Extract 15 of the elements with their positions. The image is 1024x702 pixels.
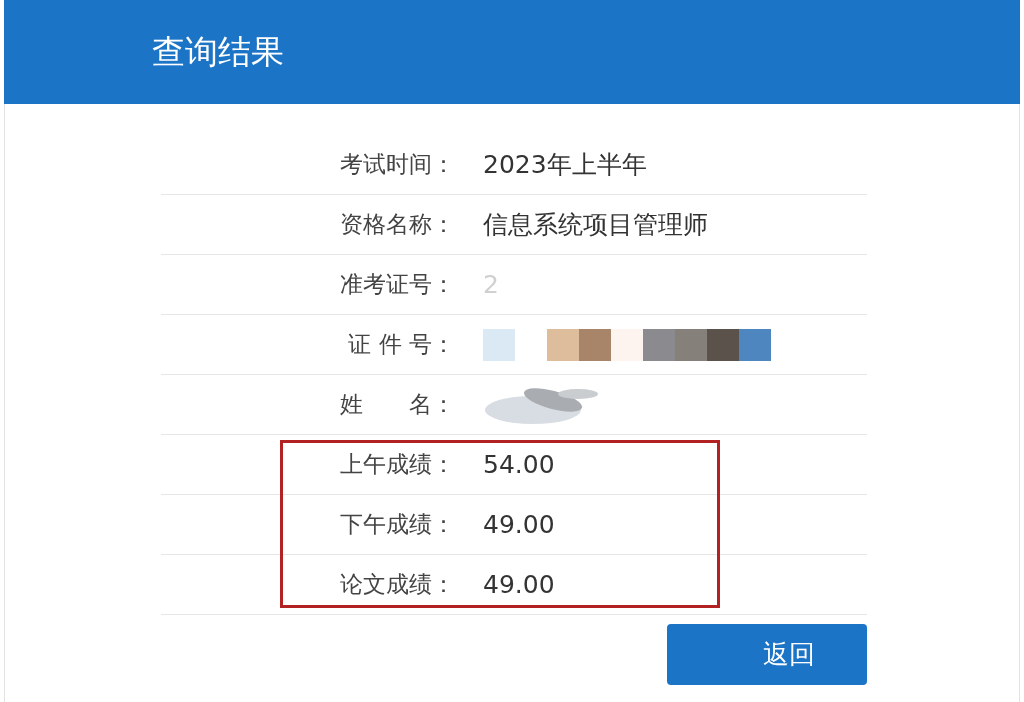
field-value: 49.00 [483,508,555,541]
back-button[interactable]: 返回 [667,624,867,685]
field-label: 姓 名： [339,390,456,420]
field-value: 54.00 [483,448,555,481]
field-label: 考试时间： [339,150,456,180]
field-value: 2023年上半年 [483,148,647,181]
field-label: 资格名称： [339,210,456,240]
page-title: 查询结果 [152,31,284,74]
field-label: 下午成绩： [339,510,456,540]
field-value: 信息系统项目管理师 [483,208,708,241]
field-label: 准考证号： [339,270,456,300]
field-label: 上午成绩： [339,450,456,480]
field-label: 论文成绩： [339,570,456,600]
field-value: 49.00 [483,568,555,601]
field-label: 证 件 号： [347,330,456,360]
